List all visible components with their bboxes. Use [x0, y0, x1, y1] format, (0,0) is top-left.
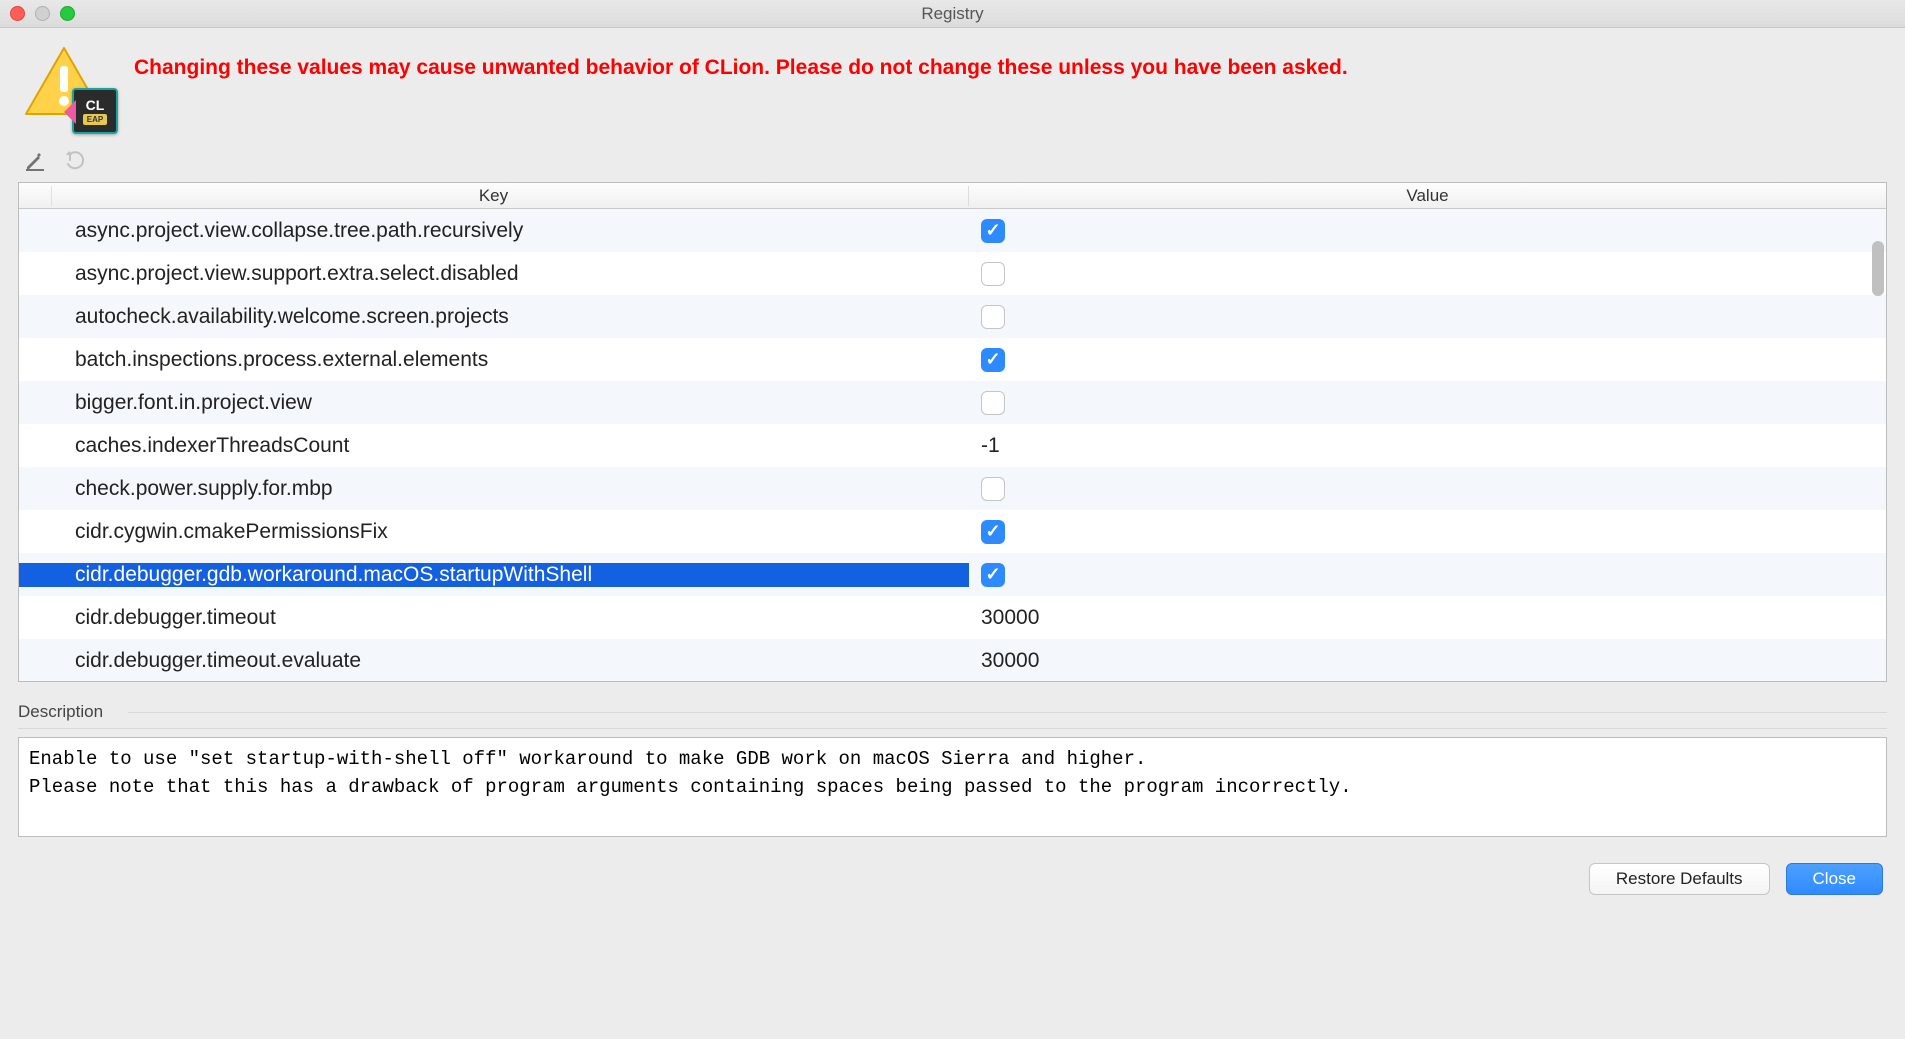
zoom-window-icon[interactable]	[60, 6, 75, 21]
cell-value[interactable]	[969, 520, 1886, 544]
cell-key[interactable]: async.project.view.collapse.tree.path.re…	[19, 219, 969, 243]
value-text[interactable]: -1	[981, 434, 1000, 458]
description-label: Description	[18, 696, 1887, 729]
cell-key[interactable]: caches.indexerThreadsCount	[19, 434, 969, 458]
table-row[interactable]: batch.inspections.process.external.eleme…	[19, 338, 1886, 381]
value-text[interactable]: 30000	[981, 606, 1039, 630]
checkbox[interactable]	[981, 219, 1005, 243]
app-badge-tag: EAP	[83, 114, 107, 125]
cell-value[interactable]: 30000	[969, 606, 1886, 630]
cell-value[interactable]	[969, 391, 1886, 415]
header-area: CL EAP Changing these values may cause u…	[0, 28, 1905, 146]
value-text[interactable]: 30000	[981, 649, 1039, 673]
cell-key[interactable]: cidr.cygwin.cmakePermissionsFix	[19, 520, 969, 544]
table-row[interactable]: cidr.cygwin.cmakePermissionsFix	[19, 510, 1886, 553]
cell-key[interactable]: cidr.debugger.timeout.evaluate	[19, 649, 969, 673]
table-row[interactable]: async.project.view.support.extra.select.…	[19, 252, 1886, 295]
clion-app-badge-icon: CL EAP	[72, 88, 118, 134]
checkbox[interactable]	[981, 477, 1005, 501]
titlebar: Registry	[0, 0, 1905, 28]
close-window-icon[interactable]	[10, 6, 25, 21]
cell-value[interactable]	[969, 563, 1886, 587]
table-row[interactable]: autocheck.availability.welcome.screen.pr…	[19, 295, 1886, 338]
checkbox[interactable]	[981, 262, 1005, 286]
cell-value[interactable]	[969, 262, 1886, 286]
warning-icon: CL EAP	[24, 46, 114, 136]
table-row[interactable]: cidr.debugger.timeout.evaluate 30000	[19, 639, 1886, 681]
checkbox[interactable]	[981, 305, 1005, 329]
warning-message: Changing these values may cause unwanted…	[134, 46, 1348, 81]
description-text: Enable to use "set startup-with-shell of…	[18, 737, 1887, 837]
table-row[interactable]: check.power.supply.for.mbp	[19, 467, 1886, 510]
cell-value[interactable]	[969, 477, 1886, 501]
scrollbar-thumb[interactable]	[1872, 241, 1884, 296]
cell-value[interactable]	[969, 305, 1886, 329]
footer: Restore Defaults Close	[0, 837, 1905, 915]
revert-button	[64, 150, 86, 172]
cell-key[interactable]: autocheck.availability.welcome.screen.pr…	[19, 305, 969, 329]
cell-value[interactable]: -1	[969, 434, 1886, 458]
cell-value[interactable]: 30000	[969, 649, 1886, 673]
table-row[interactable]: caches.indexerThreadsCount -1	[19, 424, 1886, 467]
checkbox[interactable]	[981, 563, 1005, 587]
restore-defaults-button[interactable]: Restore Defaults	[1589, 863, 1770, 895]
app-badge-name: CL	[86, 98, 105, 112]
column-header-value[interactable]: Value	[969, 186, 1886, 206]
table-row[interactable]: async.project.view.collapse.tree.path.re…	[19, 209, 1886, 252]
scrollbar[interactable]	[1870, 211, 1884, 679]
description-section: Description Enable to use "set startup-w…	[18, 696, 1887, 837]
edit-button[interactable]	[24, 150, 46, 172]
registry-table: Key Value async.project.view.collapse.tr…	[18, 182, 1887, 682]
table-header: Key Value	[19, 183, 1886, 209]
cell-key[interactable]: batch.inspections.process.external.eleme…	[19, 348, 969, 372]
table-body[interactable]: async.project.view.collapse.tree.path.re…	[19, 209, 1886, 681]
table-row[interactable]: cidr.debugger.gdb.workaround.macOS.start…	[19, 553, 1886, 596]
checkbox[interactable]	[981, 520, 1005, 544]
checkbox[interactable]	[981, 348, 1005, 372]
table-row[interactable]: bigger.font.in.project.view	[19, 381, 1886, 424]
cell-key[interactable]: cidr.debugger.timeout	[19, 606, 969, 630]
cell-key[interactable]: bigger.font.in.project.view	[19, 391, 969, 415]
window-title: Registry	[0, 4, 1905, 24]
registry-window: Registry CL EAP Changing these values ma…	[0, 0, 1905, 915]
cell-key[interactable]: check.power.supply.for.mbp	[19, 477, 969, 501]
cell-value[interactable]	[969, 348, 1886, 372]
toolbar	[0, 146, 1905, 182]
table-row[interactable]: cidr.debugger.timeout 30000	[19, 596, 1886, 639]
window-controls	[10, 6, 75, 21]
column-header-key[interactable]: Key	[19, 186, 969, 206]
minimize-window-icon	[35, 6, 50, 21]
cell-key[interactable]: cidr.debugger.gdb.workaround.macOS.start…	[19, 563, 969, 587]
close-button[interactable]: Close	[1786, 863, 1883, 895]
cell-value[interactable]	[969, 219, 1886, 243]
cell-key[interactable]: async.project.view.support.extra.select.…	[19, 262, 969, 286]
checkbox[interactable]	[981, 391, 1005, 415]
